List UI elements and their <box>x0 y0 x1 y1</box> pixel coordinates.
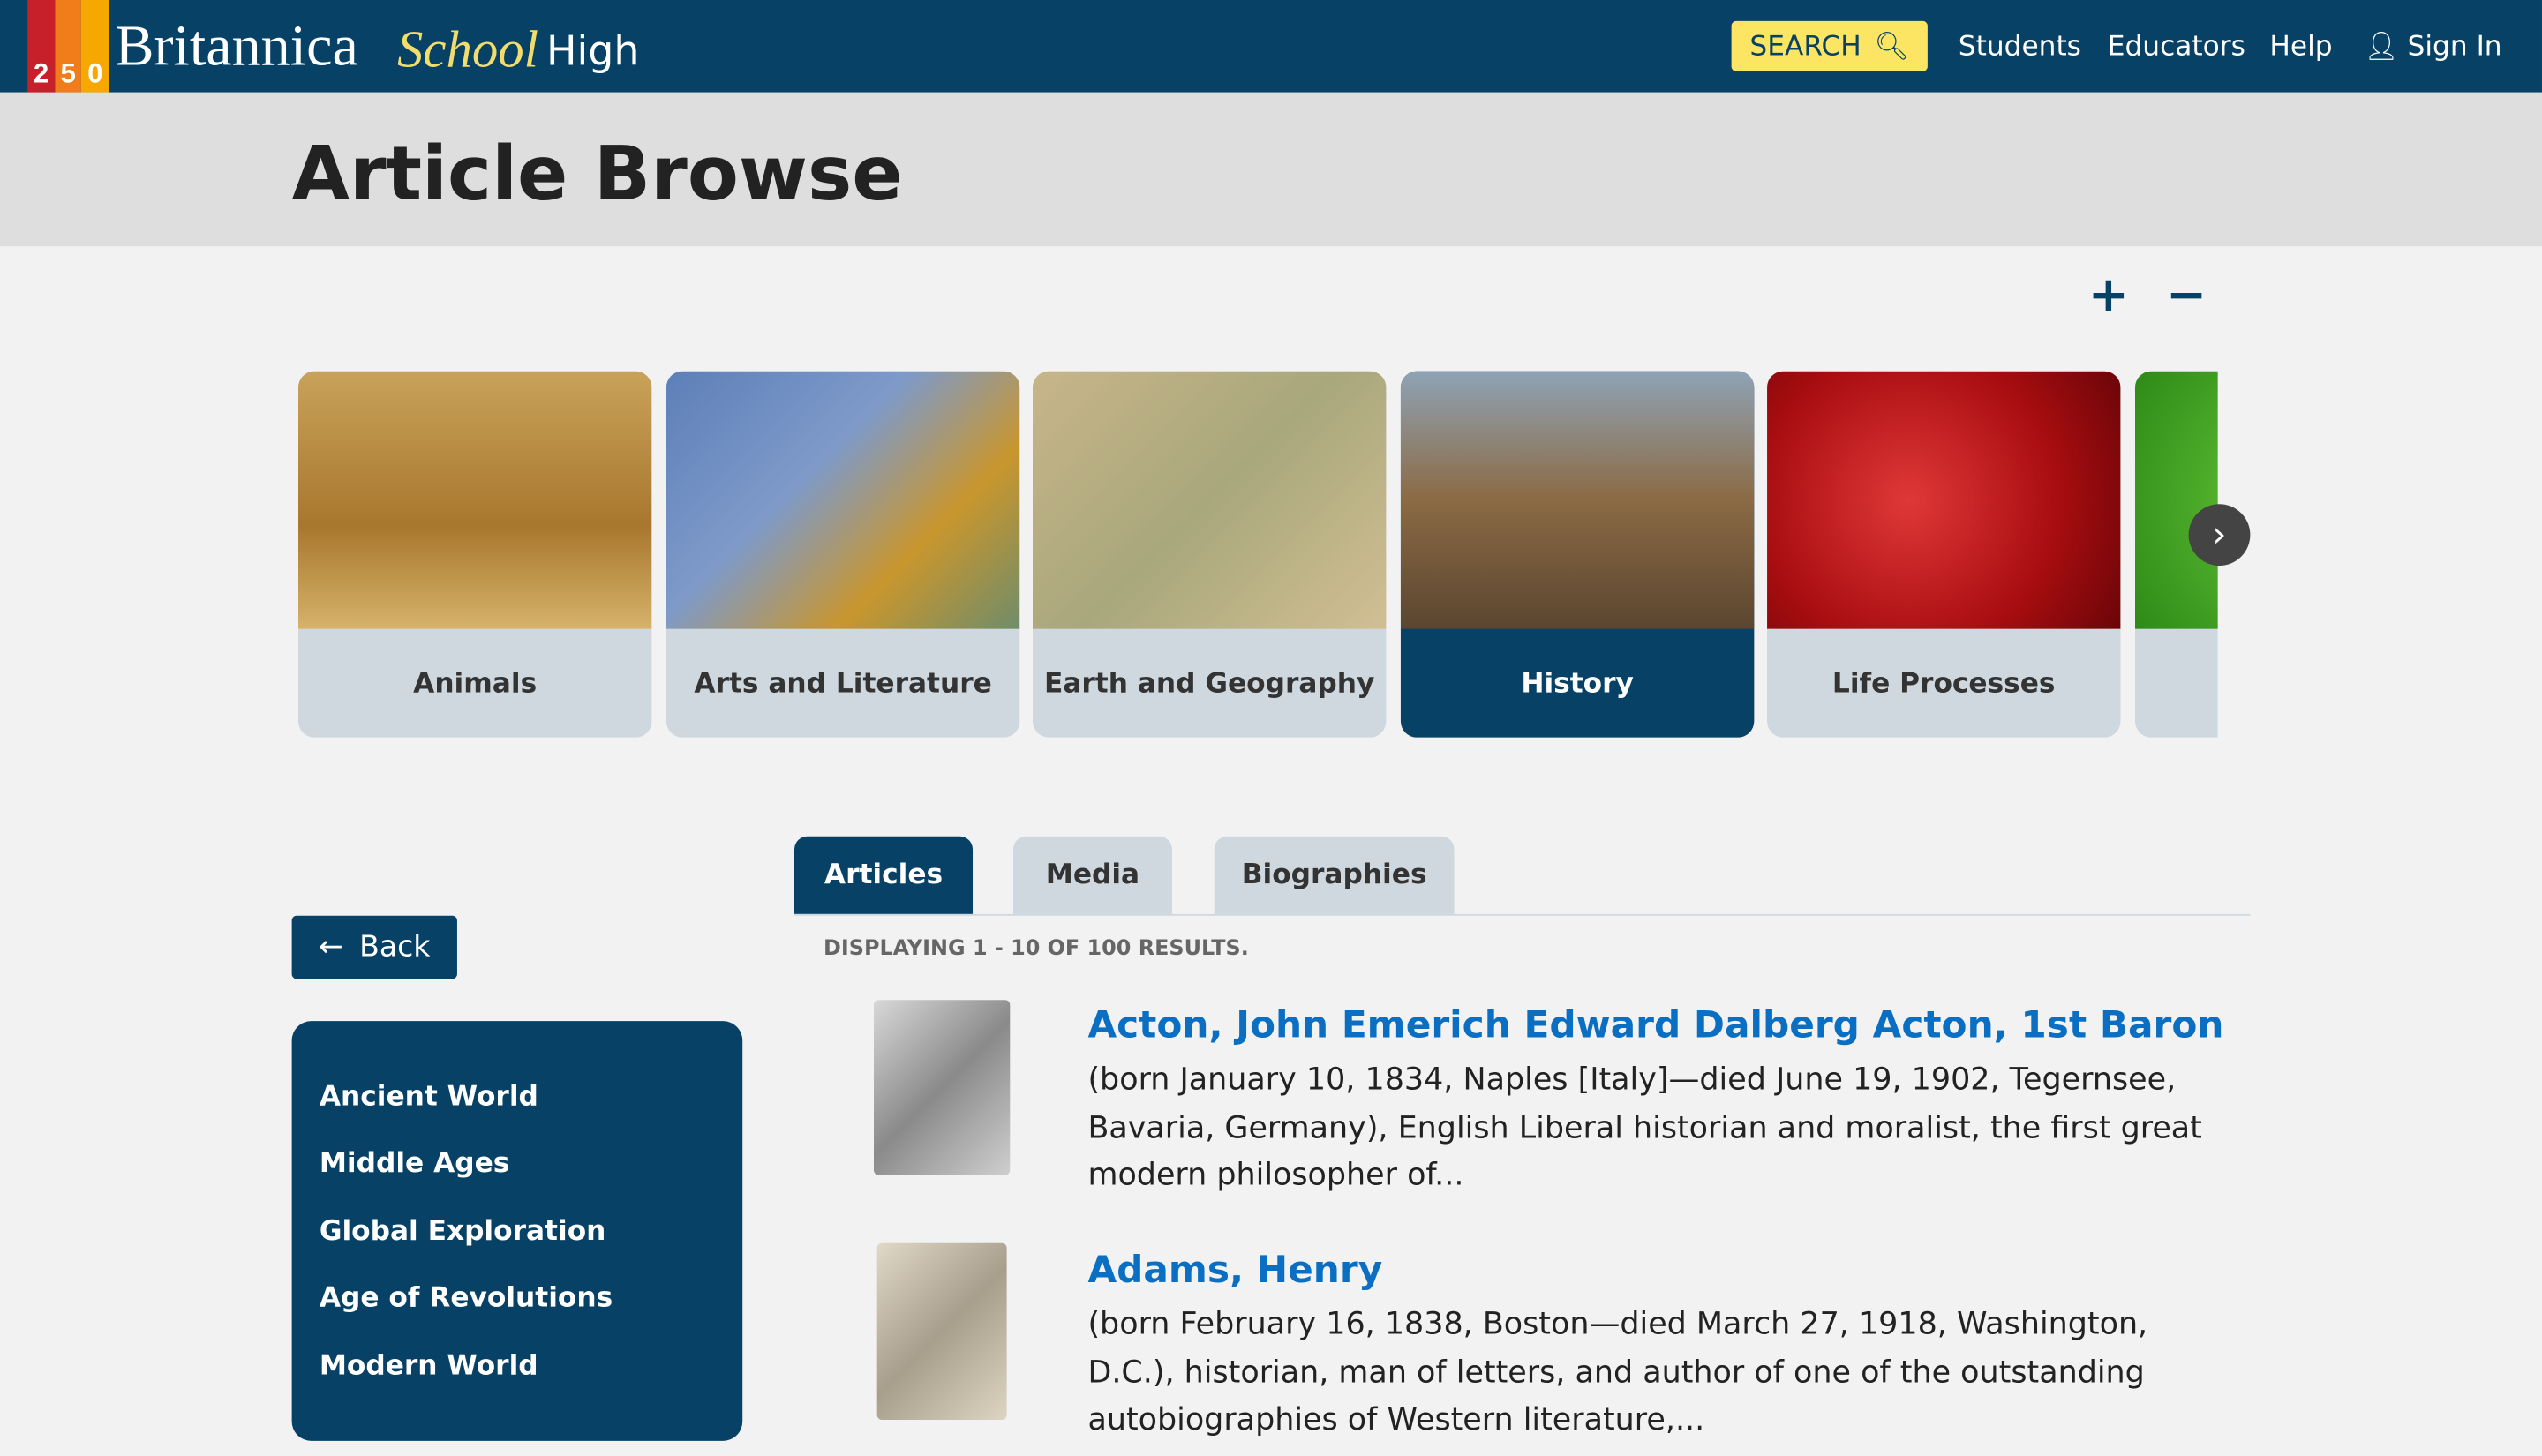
category-earth[interactable]: Earth and Geography <box>1032 371 1387 738</box>
result-thumbnail[interactable] <box>873 1000 1011 1175</box>
tab-media[interactable]: Media <box>1012 836 1172 914</box>
category-carousel: Animals Arts and Literature Earth and Ge… <box>297 371 2218 738</box>
tab-divider <box>793 913 2251 916</box>
sidebar-item-global-exploration[interactable]: Global Exploration <box>320 1216 606 1249</box>
result-description: (born January 10, 1834, Naples [Italy]—d… <box>1087 1062 2202 1193</box>
search-label: SEARCH <box>1749 29 1861 63</box>
tab-articles[interactable]: Articles <box>793 836 974 914</box>
category-arts[interactable]: Arts and Literature <box>666 371 1020 738</box>
category-history[interactable]: History <box>1400 371 1755 738</box>
nav-educators[interactable]: Educators <box>2108 31 2245 64</box>
category-label: Life Processes <box>1831 666 2056 700</box>
subcategory-sidebar: Ancient World Middle Ages Global Explora… <box>291 1021 743 1441</box>
result-title-link[interactable]: Acton, John Emerich Edward Dalberg Acton… <box>1087 1005 2223 1047</box>
category-label: Earth and Geography <box>1043 666 1375 700</box>
partial-image <box>2134 371 2218 629</box>
zoom-in-button[interactable]: + <box>2088 267 2129 324</box>
category-label: History <box>1521 666 1634 700</box>
sign-in-link[interactable]: 👤︎ Sign In <box>2364 31 2502 64</box>
result-thumbnail[interactable] <box>876 1242 1007 1420</box>
history-image <box>1400 371 1755 629</box>
page-title: Article Browse <box>291 129 903 218</box>
result-title-link[interactable]: Adams, Henry <box>1087 1250 1382 1292</box>
arrow-left-icon: ← <box>319 930 343 964</box>
sidebar-item-middle-ages[interactable]: Middle Ages <box>320 1147 510 1180</box>
search-icon: 🔍︎ <box>1874 29 1910 63</box>
zoom-out-button[interactable]: − <box>2166 267 2207 324</box>
header: 250 Britannica School High SEARCH 🔍︎ Stud… <box>0 0 2542 93</box>
search-button[interactable]: SEARCH 🔍︎ <box>1731 20 1928 71</box>
logo-250[interactable]: 250 <box>27 0 109 93</box>
nav-help[interactable]: Help <box>2269 31 2332 64</box>
life-image <box>1767 371 2121 629</box>
nav-students[interactable]: Students <box>1959 31 2081 64</box>
chevron-right-icon: › <box>2212 514 2227 556</box>
category-animals[interactable]: Animals <box>297 371 652 738</box>
arts-image <box>666 371 1020 629</box>
category-label: Animals <box>413 666 538 700</box>
category-label: Arts and Literature <box>694 666 992 700</box>
earth-image <box>1032 371 1387 629</box>
tab-biographies[interactable]: Biographies <box>1214 836 1455 914</box>
result-description: (born February 16, 1838, Boston—died Mar… <box>1087 1306 2148 1438</box>
brand-level: High <box>545 27 640 75</box>
animals-image <box>297 371 652 629</box>
sidebar-item-modern-world[interactable]: Modern World <box>320 1350 538 1383</box>
sidebar-item-ancient-world[interactable]: Ancient World <box>320 1081 538 1114</box>
category-life[interactable]: Life Processes <box>1767 371 2121 738</box>
results-summary: DISPLAYING 1 - 10 OF 100 RESULTS. <box>824 936 1249 962</box>
user-icon: 👤︎ <box>2363 30 2399 64</box>
sidebar-item-age-of-revolutions[interactable]: Age of Revolutions <box>320 1282 613 1315</box>
back-label: Back <box>359 930 431 964</box>
sign-in-label: Sign In <box>2407 30 2502 64</box>
brand-logo[interactable]: Britannica <box>115 11 357 79</box>
back-button[interactable]: ← Back <box>291 915 457 979</box>
carousel-next-button[interactable]: › <box>2188 504 2251 567</box>
brand-school: School <box>396 19 538 79</box>
